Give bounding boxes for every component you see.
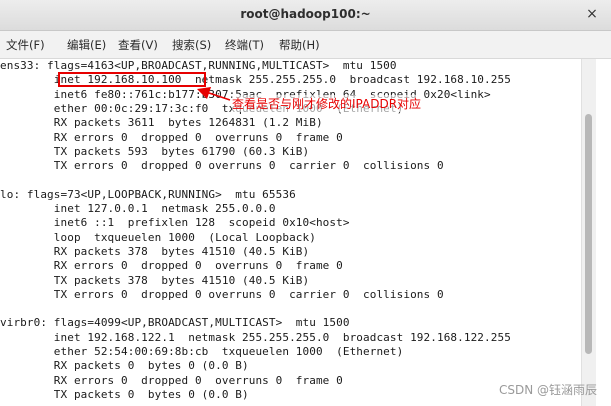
vertical-scrollbar[interactable] (581, 59, 596, 406)
annotation-arrow-icon (196, 86, 231, 101)
annotation-note: 查看是否与刚才修改的IPADDR对应 (232, 95, 422, 112)
scrollbar-thumb[interactable] (585, 114, 592, 354)
terminal-window: root@hadoop100:~ × 文件(F) 编辑(E) 查看(V) 搜索(… (0, 0, 611, 406)
watermark-text: CSDN @钰涵雨辰 (498, 383, 597, 397)
